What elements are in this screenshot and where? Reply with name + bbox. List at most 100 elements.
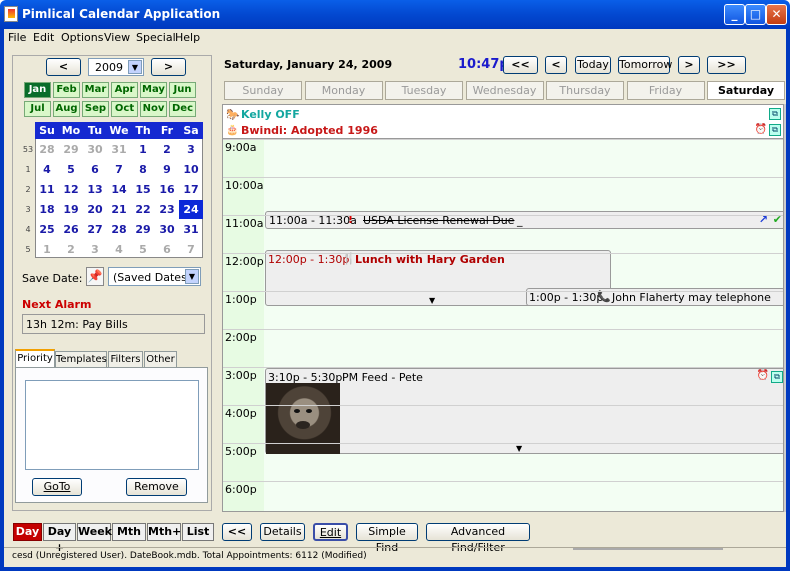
- calendar-day[interactable]: 18: [35, 200, 59, 219]
- calendar-day[interactable]: 30: [83, 140, 107, 159]
- month-jan[interactable]: Jan: [24, 82, 51, 98]
- prev-week-button[interactable]: <<: [503, 56, 538, 74]
- tab-monday[interactable]: Monday: [304, 81, 383, 100]
- goto-button[interactable]: GoTo: [32, 478, 82, 496]
- calendar-day[interactable]: 9: [155, 160, 179, 179]
- month-aug[interactable]: Aug: [53, 101, 80, 117]
- calendar-day[interactable]: 5: [131, 240, 155, 259]
- calendar-day[interactable]: 6: [155, 240, 179, 259]
- tab-other[interactable]: Other: [144, 351, 177, 368]
- resize-handle-icon[interactable]: ▼: [516, 444, 522, 453]
- calendar-day[interactable]: 28: [107, 220, 131, 239]
- calendar-day[interactable]: 21: [107, 200, 131, 219]
- event-usda[interactable]: 11:00a - 11:30a ! USDA License Renewal D…: [265, 211, 783, 229]
- event-pm-feed[interactable]: 3:10p - 5:30p PM Feed - Pete ⏰ ⧉ ▼: [265, 368, 783, 454]
- calendar-day[interactable]: 22: [131, 200, 155, 219]
- calendar-day[interactable]: 30: [155, 220, 179, 239]
- calendar-day[interactable]: 13: [83, 180, 107, 199]
- next-week-button[interactable]: >>: [707, 56, 746, 74]
- scrollbar[interactable]: [784, 104, 786, 512]
- calendar-day[interactable]: 1: [131, 140, 155, 159]
- today-button[interactable]: Today: [575, 56, 611, 74]
- tab-templates[interactable]: Templates: [55, 351, 107, 368]
- back-button[interactable]: <<: [222, 523, 252, 541]
- calendar-day[interactable]: 5: [59, 160, 83, 179]
- calendar-day[interactable]: 28: [35, 140, 59, 159]
- prev-year-button[interactable]: <: [46, 58, 81, 76]
- calendar-day[interactable]: 6: [83, 160, 107, 179]
- advanced-find-button[interactable]: Advanced Find/Filter: [426, 523, 530, 554]
- tab-thursday[interactable]: Thursday: [546, 81, 624, 100]
- view-dayplus-button[interactable]: Day +: [43, 523, 76, 554]
- month-mar[interactable]: Mar: [82, 82, 109, 98]
- calendar-day[interactable]: 7: [107, 160, 131, 179]
- month-apr[interactable]: Apr: [111, 82, 138, 98]
- next-alarm-value[interactable]: 13h 12m: Pay Bills: [22, 314, 205, 334]
- view-monthplus-button[interactable]: Mth+: [147, 523, 181, 541]
- day-column[interactable]: [264, 139, 783, 511]
- allday-event-kelly[interactable]: Kelly OFF: [241, 108, 300, 121]
- close-button[interactable]: ✕: [766, 4, 787, 25]
- year-select[interactable]: 2009 ▼: [88, 58, 144, 76]
- view-list-button[interactable]: List: [182, 523, 214, 541]
- tab-saturday[interactable]: Saturday: [707, 81, 785, 100]
- calendar-day[interactable]: 27: [83, 220, 107, 239]
- calendar-day[interactable]: 31: [107, 140, 131, 159]
- simple-find-button[interactable]: Simple Find: [356, 523, 418, 554]
- menu-help[interactable]: Help: [175, 29, 200, 47]
- calendar-day[interactable]: 10: [179, 160, 203, 179]
- calendar-day[interactable]: 29: [59, 140, 83, 159]
- maximize-button[interactable]: □: [745, 4, 766, 25]
- menu-file[interactable]: File: [8, 29, 26, 47]
- next-day-button[interactable]: >: [678, 56, 700, 74]
- calendar-day[interactable]: 8: [131, 160, 155, 179]
- allday-event-bwindi[interactable]: Bwindi: Adopted 1996: [241, 124, 378, 137]
- tab-tuesday[interactable]: Tuesday: [385, 81, 463, 100]
- menu-options[interactable]: Options: [61, 29, 103, 47]
- calendar-day[interactable]: 12: [59, 180, 83, 199]
- calendar-day[interactable]: 4: [107, 240, 131, 259]
- calendar-day[interactable]: 19: [59, 200, 83, 219]
- menu-edit[interactable]: Edit: [33, 29, 54, 47]
- prev-day-button[interactable]: <: [545, 56, 567, 74]
- calendar-day[interactable]: 4: [35, 160, 59, 179]
- month-jun[interactable]: Jun: [169, 82, 196, 98]
- calendar-day[interactable]: 3: [83, 240, 107, 259]
- calendar-day[interactable]: 20: [83, 200, 107, 219]
- tab-friday[interactable]: Friday: [626, 81, 705, 100]
- tab-sunday[interactable]: Sunday: [224, 81, 302, 100]
- tab-priority[interactable]: Priority: [15, 349, 55, 368]
- calendar-day[interactable]: 23: [155, 200, 179, 219]
- saved-dates-select[interactable]: (Saved Dates) ▼: [108, 267, 201, 286]
- resize-handle-icon[interactable]: ▼: [429, 296, 435, 305]
- view-day-button[interactable]: Day: [13, 523, 42, 541]
- month-sep[interactable]: Sep: [82, 101, 109, 117]
- calendar-day[interactable]: 17: [179, 180, 203, 199]
- view-month-button[interactable]: Mth: [112, 523, 146, 541]
- calendar-day[interactable]: 7: [179, 240, 203, 259]
- calendar-day[interactable]: 11: [35, 180, 59, 199]
- month-may[interactable]: May: [140, 82, 167, 98]
- edit-button[interactable]: Edit: [313, 523, 348, 541]
- calendar-day[interactable]: 29: [131, 220, 155, 239]
- month-oct[interactable]: Oct: [111, 101, 138, 117]
- calendar-day[interactable]: 16: [155, 180, 179, 199]
- remove-button[interactable]: Remove: [126, 478, 187, 496]
- month-jul[interactable]: Jul: [24, 101, 51, 117]
- priority-list[interactable]: [25, 380, 199, 470]
- view-week-button[interactable]: Week: [77, 523, 112, 541]
- month-feb[interactable]: Feb: [53, 82, 80, 98]
- menu-special[interactable]: Special: [136, 29, 176, 47]
- calendar-day[interactable]: 15: [131, 180, 155, 199]
- minimize-button[interactable]: _: [724, 4, 745, 25]
- calendar-day[interactable]: 14: [107, 180, 131, 199]
- calendar-day[interactable]: 2: [155, 140, 179, 159]
- calendar-day[interactable]: 24: [179, 200, 203, 219]
- details-button[interactable]: Details: [260, 523, 305, 541]
- pin-icon[interactable]: 📌: [86, 267, 104, 286]
- tomorrow-button[interactable]: Tomorrow: [618, 56, 672, 74]
- tab-wednesday[interactable]: Wednesday: [465, 81, 544, 100]
- calendar-day[interactable]: 1: [35, 240, 59, 259]
- next-year-button[interactable]: >: [151, 58, 186, 76]
- menu-view[interactable]: View: [104, 29, 130, 47]
